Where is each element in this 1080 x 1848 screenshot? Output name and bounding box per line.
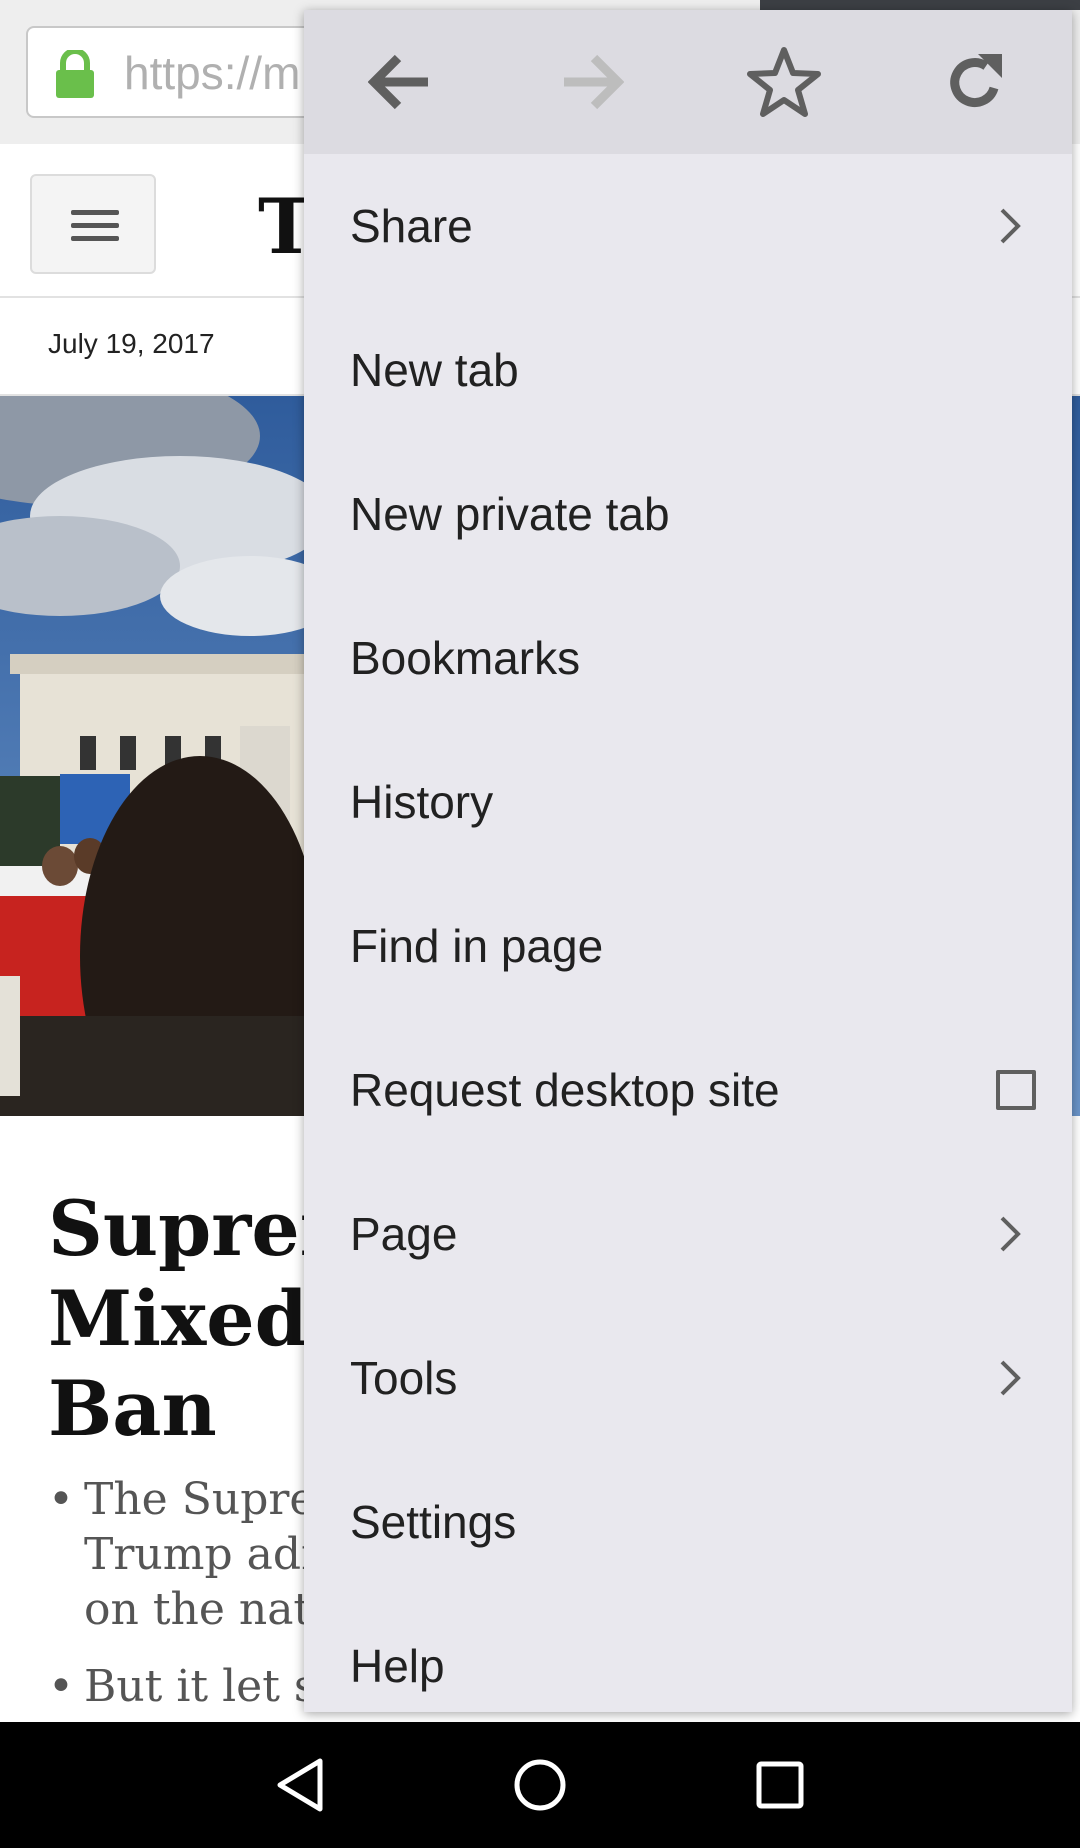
site-menu-button[interactable] xyxy=(30,174,156,274)
recents-square-icon[interactable] xyxy=(745,1750,815,1820)
lock-icon xyxy=(56,50,94,98)
menu-item-label: Find in page xyxy=(350,920,604,972)
menu-item-label: Page xyxy=(350,1208,458,1260)
menu-item-request-desktop-site[interactable]: Request desktop site xyxy=(304,1018,1072,1162)
menu-item-share[interactable]: Share xyxy=(304,154,1072,298)
menu-list: Share New tab New private tab Bookmarks … xyxy=(304,154,1072,1712)
tab-strip-edge xyxy=(760,0,1080,10)
menu-toolbar xyxy=(304,10,1072,154)
summary-bullet: But it let st xyxy=(48,1659,344,1714)
back-icon[interactable] xyxy=(355,37,445,127)
menu-item-label: Bookmarks xyxy=(350,632,581,684)
menu-item-tools[interactable]: Tools xyxy=(304,1306,1072,1450)
menu-item-label: Request desktop site xyxy=(350,1064,780,1116)
menu-item-label: New private tab xyxy=(350,488,670,540)
article-date: July 19, 2017 xyxy=(48,328,215,359)
home-circle-icon[interactable] xyxy=(505,1750,575,1820)
summary-bullet: The Supren Trump adr on the nati xyxy=(48,1472,344,1637)
back-triangle-icon[interactable] xyxy=(265,1750,335,1820)
forward-icon[interactable] xyxy=(547,37,637,127)
menu-item-label: History xyxy=(350,776,494,828)
menu-item-label: Share xyxy=(350,200,473,252)
url-text: https://m xyxy=(124,47,301,99)
menu-item-label: Settings xyxy=(350,1496,517,1548)
refresh-icon[interactable] xyxy=(931,37,1021,127)
menu-item-settings[interactable]: Settings xyxy=(304,1450,1072,1594)
menu-item-find-in-page[interactable]: Find in page xyxy=(304,874,1072,1018)
overflow-menu: Share New tab New private tab Bookmarks … xyxy=(304,10,1072,1712)
chevron-right-icon xyxy=(1000,1216,1021,1252)
menu-item-history[interactable]: History xyxy=(304,730,1072,874)
menu-item-label: Tools xyxy=(350,1352,458,1404)
menu-item-new-private-tab[interactable]: New private tab xyxy=(304,442,1072,586)
star-icon[interactable] xyxy=(739,37,829,127)
menu-item-bookmarks[interactable]: Bookmarks xyxy=(304,586,1072,730)
article-summary: The Supren Trump adr on the nati But it … xyxy=(48,1472,344,1736)
chevron-right-icon xyxy=(1000,1360,1021,1396)
system-nav-bar xyxy=(0,1722,1080,1848)
menu-item-new-tab[interactable]: New tab xyxy=(304,298,1072,442)
menu-item-help[interactable]: Help xyxy=(304,1594,1072,1712)
menu-item-label: Help xyxy=(350,1640,445,1692)
chevron-right-icon xyxy=(1000,208,1021,244)
desktop-site-checkbox[interactable] xyxy=(996,1070,1036,1110)
menu-item-label: New tab xyxy=(350,344,519,396)
menu-item-page[interactable]: Page xyxy=(304,1162,1072,1306)
